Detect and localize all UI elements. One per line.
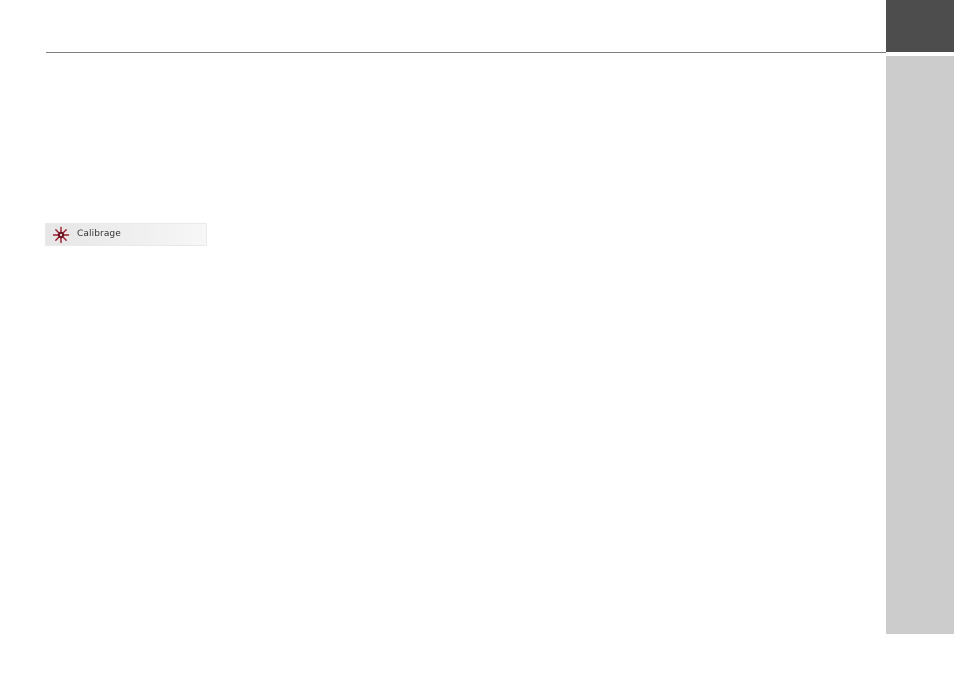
compass-calibration-icon — [52, 226, 70, 244]
side-thumb-index — [886, 56, 954, 634]
calibration-menu-item[interactable]: Calibrage — [45, 223, 207, 246]
chapter-tab — [886, 0, 954, 52]
calibration-menu-label: Calibrage — [77, 229, 121, 239]
header-rule — [46, 52, 886, 53]
